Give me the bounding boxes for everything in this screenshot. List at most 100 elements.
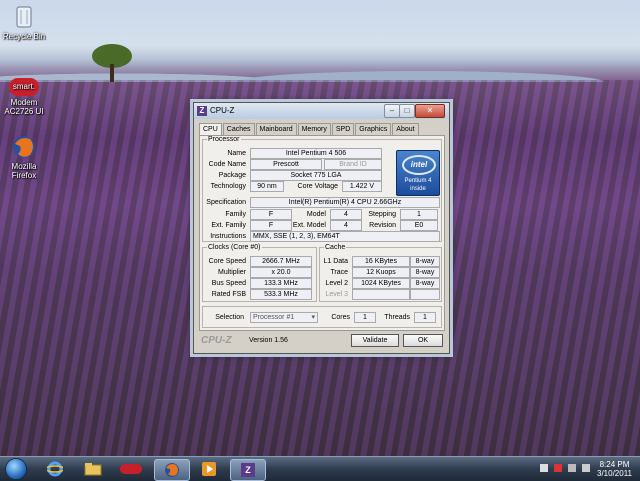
cache-legend: Cache — [325, 244, 346, 251]
desktop-icon-recycle-bin[interactable]: Recycle Bin — [0, 4, 54, 41]
selection-label: Selection — [215, 314, 244, 321]
extfamily-value: F — [250, 220, 292, 231]
media-player-icon — [202, 462, 216, 476]
desktop-icon-label: Mozilla — [11, 162, 37, 171]
volume-icon[interactable] — [582, 464, 590, 472]
clock-time: 8:24 PM — [599, 460, 630, 469]
extfamily-label: Ext. Family — [211, 222, 246, 229]
desktop-icon-label: Firefox — [11, 171, 37, 180]
ok-button[interactable]: OK — [403, 334, 443, 347]
instructions-label: Instructions — [210, 233, 246, 240]
internet-explorer-icon — [47, 461, 63, 477]
revision-value: E0 — [400, 220, 438, 231]
technology-value: 90 nm — [250, 181, 284, 192]
technology-label: Technology — [210, 183, 246, 190]
voltage-value: 1.422 V — [342, 181, 382, 192]
taskbar-clock[interactable]: 8:24 PM 3/10/2011 — [597, 460, 632, 478]
processor-select[interactable]: Processor #1 ▾ — [250, 312, 318, 323]
package-value: Socket 775 LGA — [250, 170, 382, 181]
desktop-icon-smart-modem[interactable]: smart. Modem AC2726 UI — [0, 78, 54, 116]
recycle-bin-icon — [10, 4, 38, 30]
l3-value — [352, 289, 410, 300]
tab-about[interactable]: About — [392, 123, 419, 135]
l3-label: Level 3 — [325, 291, 348, 298]
desktop: Recycle Bin smart. Modem AC2726 UI Mozil… — [0, 0, 640, 456]
codename-value: Prescott — [250, 159, 322, 170]
intel-pentium4-logo: intel Pentium 4 inside — [396, 150, 440, 196]
revision-label: Revision — [369, 222, 396, 229]
tab-spd[interactable]: SPD — [331, 123, 355, 135]
extmodel-value: 4 — [330, 220, 362, 231]
action-center-icon[interactable] — [554, 464, 562, 472]
taskbar-ie[interactable] — [38, 459, 72, 479]
clocks-legend: Clocks (Core #0) — [208, 244, 261, 251]
tab-memory[interactable]: Memory — [297, 123, 331, 135]
l1-way: 8-way — [410, 256, 440, 267]
taskbar-media-player[interactable] — [192, 459, 226, 479]
trace-label: Trace — [330, 269, 348, 276]
cpu-panel: Processor Name Intel Pentium 4 506 Code … — [199, 135, 445, 331]
threads-label: Threads — [384, 314, 410, 321]
minimize-button[interactable]: – — [384, 104, 400, 118]
desktop-icon-firefox[interactable]: Mozilla Firefox — [0, 134, 54, 180]
cpuz-app-icon: Z — [197, 106, 207, 116]
package-label: Package — [218, 172, 246, 179]
l2-label: Level 2 — [325, 280, 348, 287]
validate-button[interactable]: Validate — [351, 334, 399, 347]
threads-value: 1 — [414, 312, 436, 323]
tree-trunk — [110, 64, 114, 82]
firefox-icon — [10, 134, 38, 160]
desktop-icon-label: AC2726 UI — [4, 107, 44, 116]
family-label: Family — [225, 211, 246, 218]
windows-orb-icon — [5, 458, 27, 480]
spec-label: Specification — [206, 199, 246, 206]
processor-select-value: Processor #1 — [253, 314, 295, 321]
smart-modem-icon — [120, 464, 142, 474]
l3-way — [410, 289, 440, 300]
ratedfsb-label: Rated FSB — [211, 291, 246, 298]
desktop-icon-label: Recycle Bin — [2, 32, 46, 41]
l1-label: L1 Data — [323, 258, 348, 265]
maximize-button[interactable]: □ — [399, 104, 415, 118]
pentium-logo-text: Pentium 4 — [404, 178, 432, 184]
clock-date: 3/10/2011 — [597, 469, 632, 478]
taskbar-firefox[interactable] — [154, 459, 190, 481]
name-label: Name — [227, 150, 246, 157]
taskbar-smart-modem[interactable] — [114, 459, 148, 479]
spec-value: Intel(R) Pentium(R) 4 CPU 2.66GHz — [250, 197, 440, 208]
tab-caches[interactable]: Caches — [222, 123, 255, 135]
window-footer: CPU-Z Version 1.56 Validate OK — [199, 333, 443, 349]
chevron-down-icon: ▾ — [311, 314, 315, 321]
start-button[interactable] — [2, 457, 30, 481]
tab-graphics[interactable]: Graphics — [355, 123, 392, 135]
busspeed-label: Bus Speed — [211, 280, 246, 287]
voltage-label: Core Voltage — [297, 183, 338, 190]
taskbar-cpuz[interactable]: Z — [230, 459, 266, 481]
tab-mainboard[interactable]: Mainboard — [255, 123, 297, 135]
flag-icon[interactable] — [540, 464, 548, 472]
multiplier-label: Multiplier — [217, 269, 246, 276]
close-button[interactable]: ✕ — [415, 104, 445, 118]
processor-legend: Processor — [208, 136, 240, 143]
desktop-icon-label: Modem — [10, 98, 38, 107]
l2-value: 1024 KBytes — [352, 278, 410, 289]
taskbar: Z 8:24 PM 3/10/2011 — [0, 456, 640, 481]
folder-icon — [84, 463, 102, 476]
network-icon[interactable] — [568, 464, 576, 472]
window-title: CPU-Z — [210, 106, 235, 115]
system-tray — [540, 464, 590, 472]
multiplier-value: x 20.0 — [250, 267, 312, 278]
title-bar[interactable]: Z CPU-Z – □ ✕ — [194, 103, 449, 119]
l2-way: 8-way — [410, 278, 440, 289]
model-value: 4 — [330, 209, 362, 220]
stepping-value: 1 — [400, 209, 438, 220]
smart-modem-icon: smart. — [9, 78, 39, 96]
corespeed-label: Core Speed — [208, 258, 246, 265]
instructions-value: MMX, SSE (1, 2, 3), EM64T — [250, 231, 440, 242]
trace-value: 12 Kuops — [352, 267, 410, 278]
ratedfsb-value: 533.3 MHz — [250, 289, 312, 300]
family-value: F — [250, 209, 292, 220]
taskbar-explorer[interactable] — [76, 459, 110, 479]
codename-label: Code Name — [208, 161, 246, 168]
model-label: Model — [306, 211, 326, 218]
